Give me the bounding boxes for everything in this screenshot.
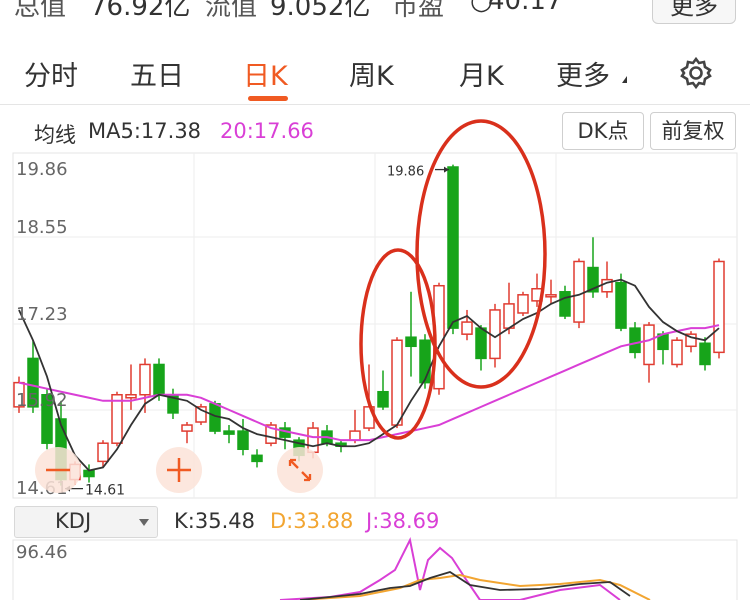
kdj-chart: 96.46 <box>12 536 738 600</box>
kdj-d-line <box>299 573 651 600</box>
kdj-j-line <box>279 536 621 600</box>
kdj-axis-label: 96.46 <box>16 542 68 563</box>
